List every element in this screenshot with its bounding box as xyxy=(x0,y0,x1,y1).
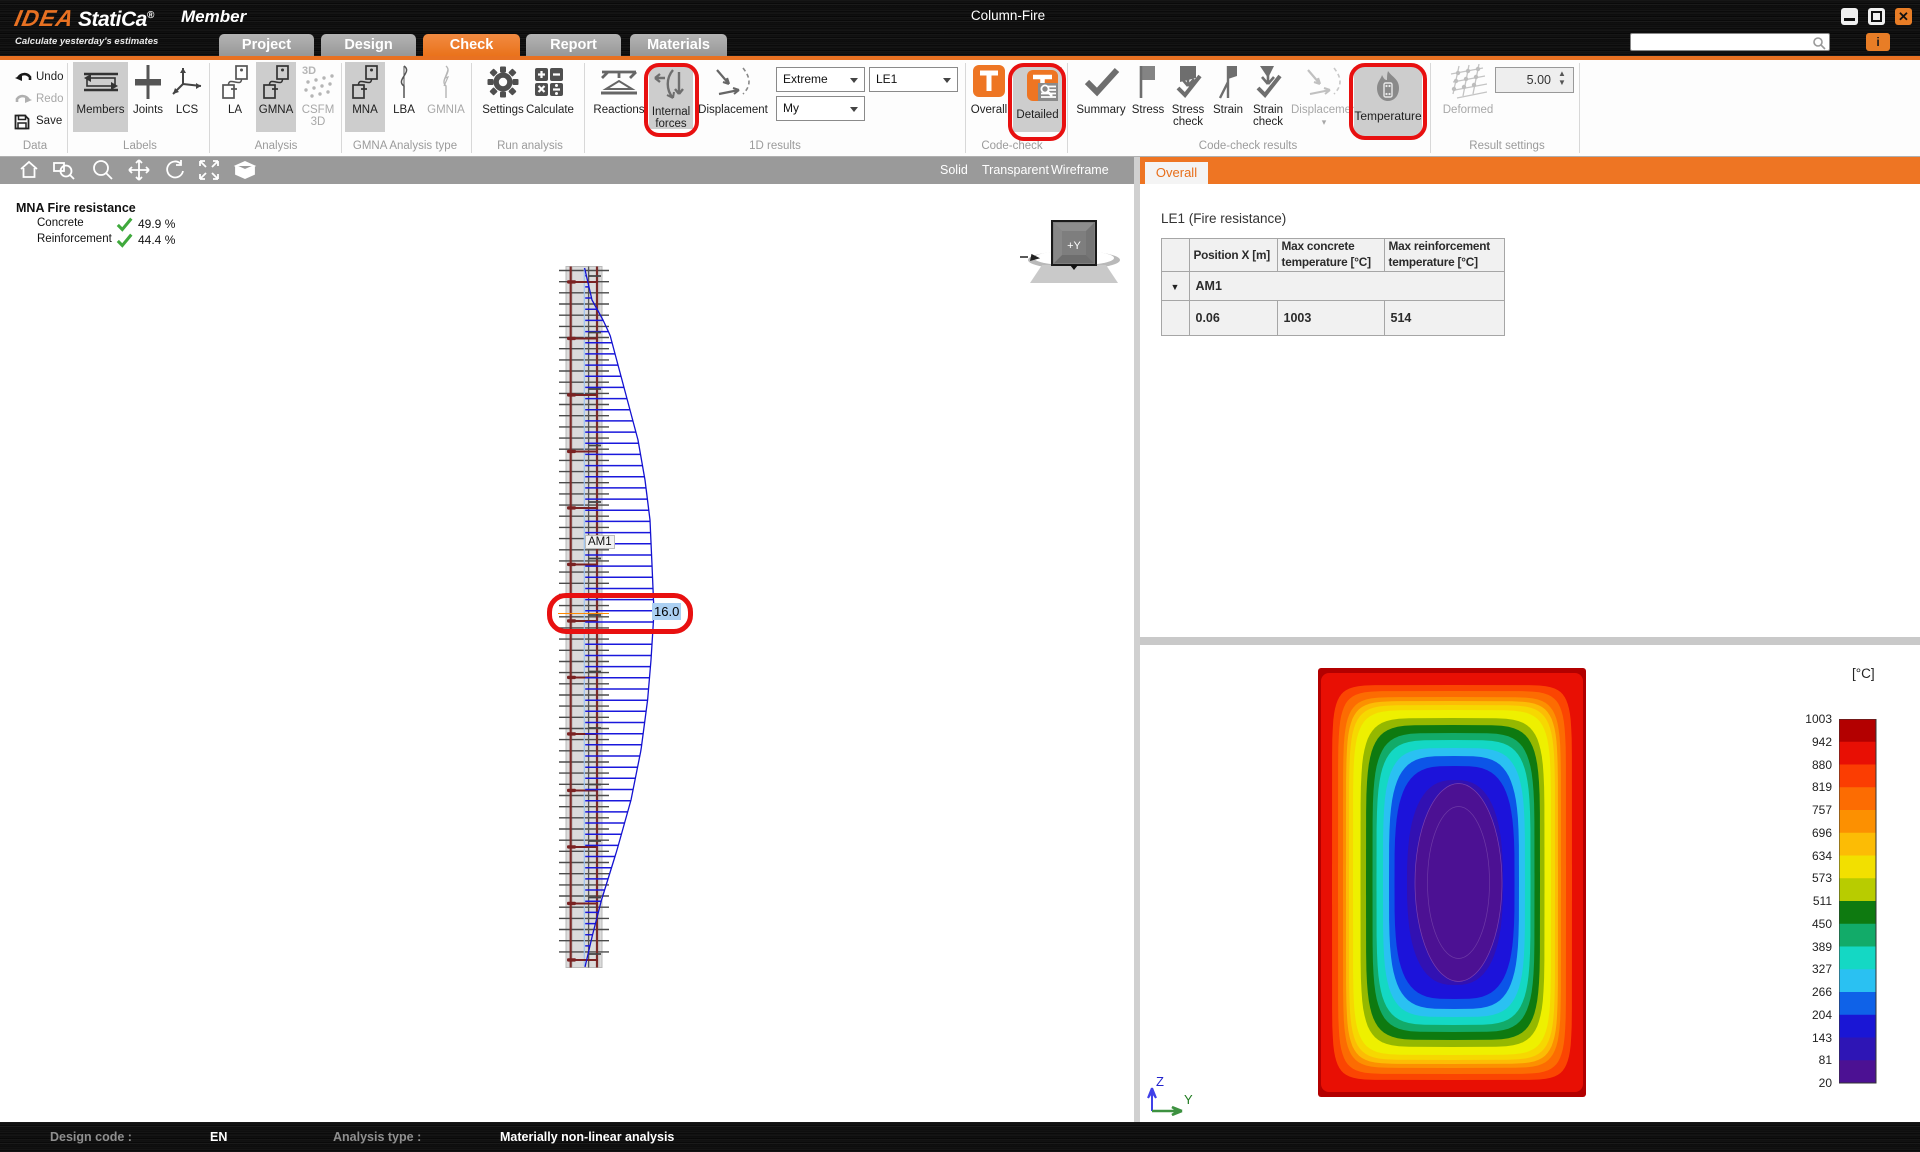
svg-text:+Y: +Y xyxy=(1067,240,1081,252)
svg-text:Z: Z xyxy=(1156,1074,1164,1089)
svg-text:Y: Y xyxy=(1184,1092,1193,1107)
svg-text:3D: 3D xyxy=(302,65,316,77)
